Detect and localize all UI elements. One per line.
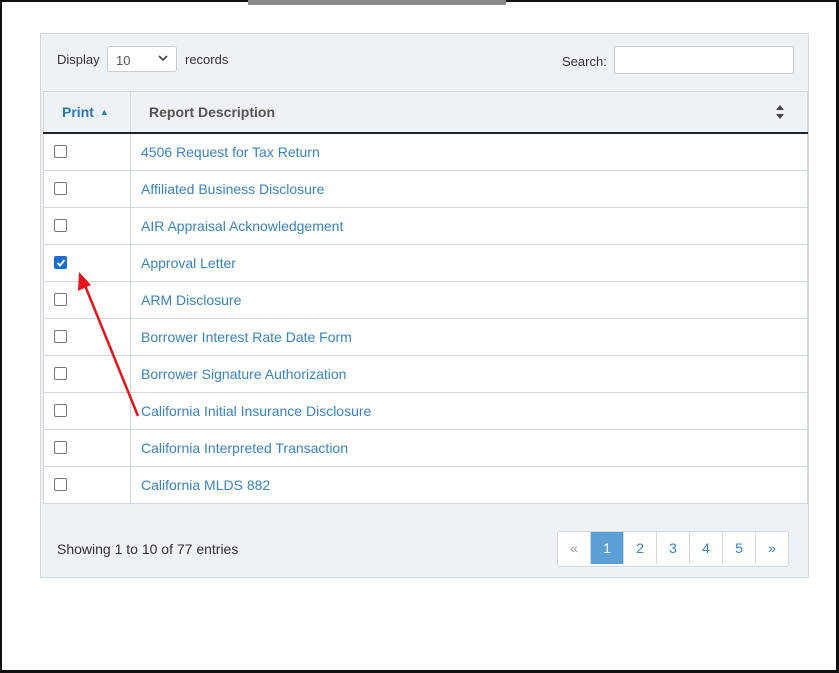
pagination-next-button[interactable]: » bbox=[756, 532, 788, 564]
top-strip bbox=[248, 0, 506, 5]
table-row: California Interpreted Transaction bbox=[43, 428, 808, 467]
report-link[interactable]: California Initial Insurance Disclosure bbox=[141, 403, 371, 419]
print-cell bbox=[43, 465, 131, 504]
print-checkbox[interactable] bbox=[54, 478, 67, 491]
report-link[interactable]: Borrower Signature Authorization bbox=[141, 366, 346, 382]
pagination-previous-button[interactable]: « bbox=[558, 532, 591, 564]
sort-both-icon bbox=[776, 105, 784, 119]
print-checkbox[interactable] bbox=[54, 441, 67, 454]
table-row: Borrower Interest Rate Date Form bbox=[43, 317, 808, 356]
table-row: California Initial Insurance Disclosure bbox=[43, 391, 808, 430]
print-checkbox[interactable] bbox=[54, 330, 67, 343]
search-input[interactable] bbox=[614, 46, 794, 74]
print-checkbox[interactable] bbox=[54, 256, 67, 269]
print-column-label: Print bbox=[62, 104, 94, 120]
entries-info: Showing 1 to 10 of 77 entries bbox=[57, 541, 239, 557]
print-cell bbox=[43, 169, 131, 208]
report-link[interactable]: California Interpreted Transaction bbox=[141, 440, 348, 456]
print-checkbox[interactable] bbox=[54, 145, 67, 159]
description-cell: Affiliated Business Disclosure bbox=[130, 169, 808, 208]
pagination-page-5[interactable]: 5 bbox=[723, 532, 756, 564]
table-row: California MLDS 882 bbox=[43, 465, 808, 504]
pagination-page-4[interactable]: 4 bbox=[690, 532, 723, 564]
table-row: ARM Disclosure bbox=[43, 280, 808, 319]
print-checkbox[interactable] bbox=[54, 367, 67, 380]
print-cell bbox=[43, 243, 131, 282]
report-link[interactable]: 4506 Request for Tax Return bbox=[141, 144, 320, 160]
checkmark-icon bbox=[56, 259, 66, 267]
print-cell bbox=[43, 132, 131, 171]
print-cell bbox=[43, 317, 131, 356]
reports-panel: Display 10 records Search: Print ▲ Report… bbox=[40, 33, 809, 578]
print-cell bbox=[43, 280, 131, 319]
table-header-row: Print ▲ Report Description bbox=[43, 91, 808, 134]
report-link[interactable]: Approval Letter bbox=[141, 255, 236, 271]
description-cell: Borrower Signature Authorization bbox=[130, 354, 808, 393]
table-row: Affiliated Business Disclosure bbox=[43, 169, 808, 208]
search-label: Search: bbox=[562, 54, 607, 69]
report-link[interactable]: ARM Disclosure bbox=[141, 292, 241, 308]
print-cell bbox=[43, 206, 131, 245]
chevron-down-icon bbox=[158, 55, 168, 62]
print-column-header[interactable]: Print ▲ bbox=[43, 91, 131, 134]
print-checkbox[interactable] bbox=[54, 182, 67, 195]
report-description-column-label: Report Description bbox=[149, 104, 276, 120]
table-row: Approval Letter bbox=[43, 243, 808, 282]
print-cell bbox=[43, 428, 131, 467]
table-row: AIR Appraisal Acknowledgement bbox=[43, 206, 808, 245]
print-cell bbox=[43, 391, 131, 430]
display-label: Display bbox=[57, 52, 100, 67]
pagination-page-1[interactable]: 1 bbox=[591, 532, 624, 564]
report-link[interactable]: Borrower Interest Rate Date Form bbox=[141, 329, 352, 345]
pagination-page-3[interactable]: 3 bbox=[657, 532, 690, 564]
print-checkbox[interactable] bbox=[54, 404, 67, 417]
report-link[interactable]: Affiliated Business Disclosure bbox=[141, 181, 324, 197]
sort-ascending-icon: ▲ bbox=[99, 107, 109, 117]
print-checkbox[interactable] bbox=[54, 219, 67, 232]
description-cell: AIR Appraisal Acknowledgement bbox=[130, 206, 808, 245]
report-link[interactable]: AIR Appraisal Acknowledgement bbox=[141, 218, 343, 234]
print-cell bbox=[43, 354, 131, 393]
description-cell: California Interpreted Transaction bbox=[130, 428, 808, 467]
table-row: 4506 Request for Tax Return bbox=[43, 132, 808, 171]
records-per-page-value: 10 bbox=[116, 53, 131, 68]
description-cell: California MLDS 882 bbox=[130, 465, 808, 504]
description-cell: 4506 Request for Tax Return bbox=[130, 132, 808, 171]
table-row: Borrower Signature Authorization bbox=[43, 354, 808, 393]
pagination: « 1 2 3 4 5 » bbox=[557, 531, 789, 567]
description-cell: Borrower Interest Rate Date Form bbox=[130, 317, 808, 356]
report-link[interactable]: California MLDS 882 bbox=[141, 477, 270, 493]
description-cell: Approval Letter bbox=[130, 243, 808, 282]
reports-table: Print ▲ Report Description 4506 Request f… bbox=[43, 91, 808, 504]
records-label: records bbox=[185, 52, 229, 67]
print-checkbox[interactable] bbox=[54, 293, 67, 306]
report-description-column-header[interactable]: Report Description bbox=[130, 91, 808, 134]
description-cell: California Initial Insurance Disclosure bbox=[130, 391, 808, 430]
records-per-page-select[interactable]: 10 bbox=[107, 46, 177, 72]
pagination-page-2[interactable]: 2 bbox=[624, 532, 657, 564]
description-cell: ARM Disclosure bbox=[130, 280, 808, 319]
